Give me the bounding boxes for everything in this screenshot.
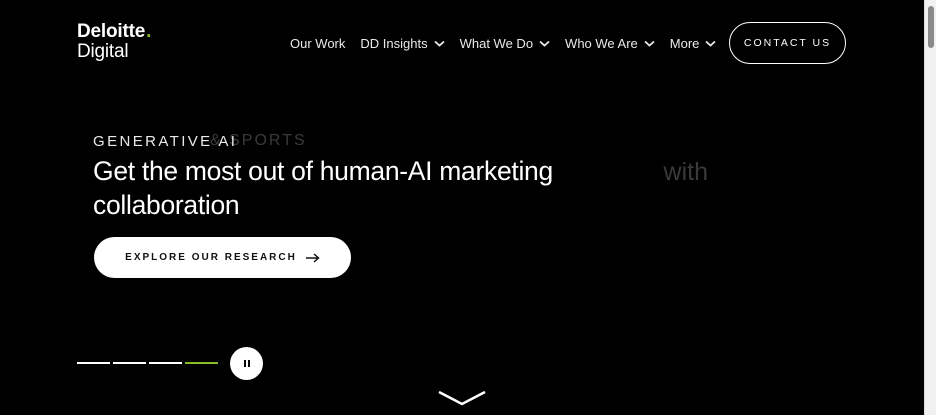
nav-item-label: Our Work bbox=[290, 36, 346, 51]
explore-research-button[interactable]: EXPLORE OUR RESEARCH bbox=[94, 237, 351, 278]
logo-sub-text: Digital bbox=[77, 41, 129, 62]
logo-brand: Deloitte. bbox=[77, 22, 151, 41]
nav-item-label: DD Insights bbox=[360, 36, 428, 51]
scrollbar-thumb[interactable] bbox=[928, 6, 934, 48]
chevron-down-icon bbox=[705, 40, 717, 47]
nav-item-more[interactable]: More bbox=[670, 36, 717, 51]
nav-item-what-we-do[interactable]: What We Do bbox=[460, 36, 550, 51]
nav-item-label: What We Do bbox=[459, 36, 534, 51]
explore-research-label: EXPLORE OUR RESEARCH bbox=[125, 252, 297, 263]
arrow-right-icon bbox=[305, 252, 320, 263]
hero-headline: Get the most out of human-AI marketing c… bbox=[93, 156, 553, 220]
page: & SPORTS with Deloitte. Digital Our Work… bbox=[0, 0, 924, 415]
carousel-pause-button[interactable] bbox=[230, 347, 263, 380]
nav-item-dd-insights[interactable]: DD Insights bbox=[360, 36, 445, 51]
pause-icon bbox=[243, 360, 250, 367]
carousel-indicators bbox=[77, 362, 218, 364]
page-scrollbar[interactable] bbox=[924, 0, 936, 415]
carousel-indicator-3[interactable] bbox=[149, 362, 182, 364]
carousel-indicator-1[interactable] bbox=[77, 362, 110, 364]
nav-item-label: More bbox=[669, 36, 700, 51]
scroll-down-chevron-icon[interactable] bbox=[438, 388, 486, 408]
nav-item-label: Who We Are bbox=[565, 36, 638, 51]
carousel-indicator-2[interactable] bbox=[113, 362, 146, 364]
contact-us-button[interactable]: CONTACT US bbox=[729, 22, 846, 64]
main-nav: Our Work DD Insights What We Do Who We A… bbox=[290, 36, 731, 51]
chevron-down-icon bbox=[539, 40, 550, 47]
chevron-down-icon bbox=[644, 40, 655, 47]
carousel-indicator-4[interactable] bbox=[185, 362, 218, 364]
deloitte-digital-logo[interactable]: Deloitte. Digital bbox=[77, 22, 151, 61]
nav-item-who-we-are[interactable]: Who We Are bbox=[565, 36, 655, 51]
chevron-down-icon bbox=[433, 40, 445, 47]
nav-item-our-work[interactable]: Our Work bbox=[290, 36, 345, 51]
logo-brand-text: Deloitte bbox=[77, 21, 146, 42]
logo-green-dot: . bbox=[146, 21, 152, 42]
hero-eyebrow: GENERATIVE AI bbox=[93, 133, 238, 150]
